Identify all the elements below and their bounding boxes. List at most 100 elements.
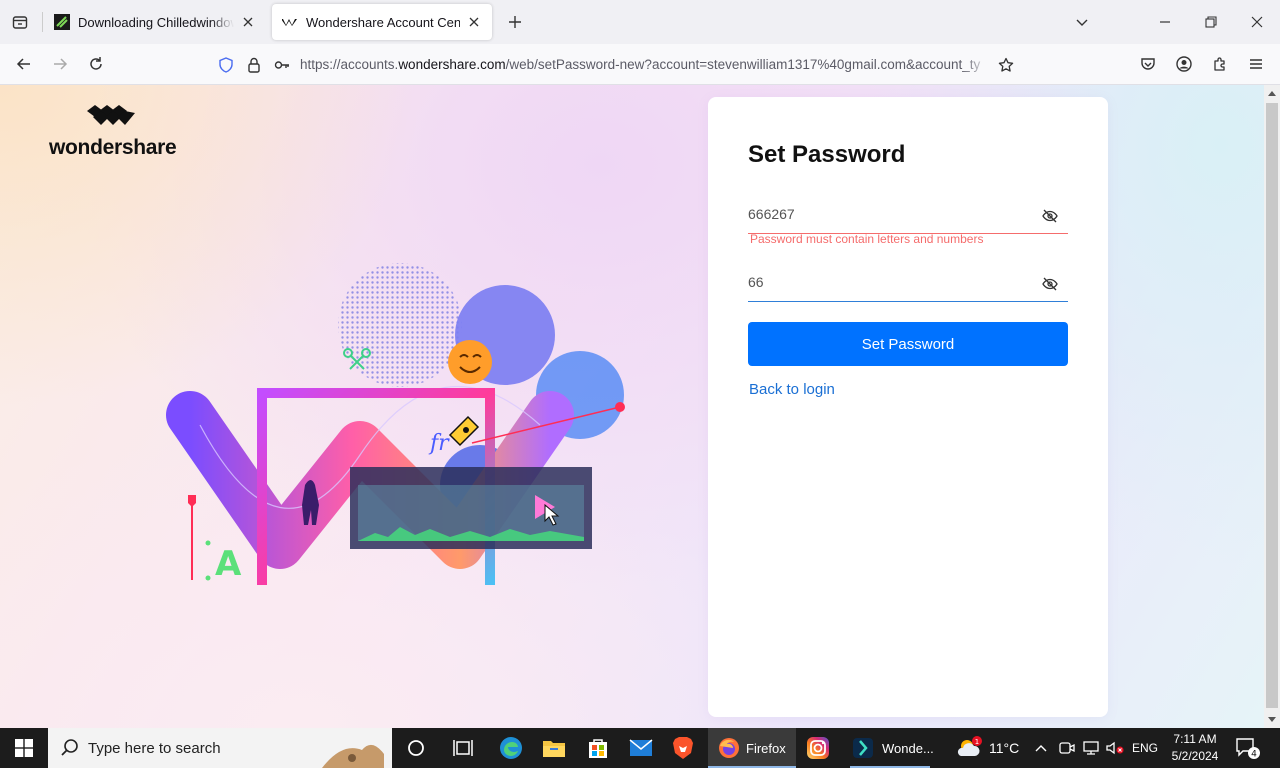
mail-taskbar-button[interactable] (623, 732, 659, 764)
tab-wondershare[interactable]: Wondershare Account Center (272, 4, 492, 40)
search-placeholder: Type here to search (88, 739, 221, 757)
weather-widget[interactable]: 1 11°C (955, 728, 1019, 768)
scroll-thumb[interactable] (1266, 103, 1278, 708)
tracking-protection-shield-icon[interactable] (212, 51, 240, 79)
close-tab-icon[interactable] (466, 14, 482, 30)
new-tab-button[interactable] (503, 10, 527, 34)
input-language-button[interactable]: ENG (1132, 728, 1158, 768)
list-all-tabs-button[interactable] (1068, 8, 1096, 36)
folder-icon (543, 741, 565, 757)
puzzle-icon (1214, 57, 1225, 71)
menu-button[interactable] (1242, 50, 1270, 78)
minimize-button[interactable] (1151, 8, 1179, 36)
restore-button[interactable] (1197, 8, 1225, 36)
account-button[interactable] (1170, 50, 1198, 78)
key-icon[interactable] (268, 51, 296, 79)
password-value: 666267 (748, 206, 795, 222)
svg-text:fr: fr (428, 431, 450, 456)
windows-taskbar: Type here to search Firefox Wonde... 1 1… (0, 728, 1280, 768)
weather-cloud-sun-icon: 1 (957, 736, 982, 756)
notification-count: 4 (1251, 750, 1257, 760)
task-view-button[interactable] (445, 732, 481, 764)
clock-date: 5/2/2024 (1171, 749, 1219, 763)
cortana-icon (408, 740, 424, 756)
url-bar[interactable]: https://accounts.wondershare.com/web/set… (212, 50, 1030, 79)
close-icon (1251, 16, 1263, 28)
page-title: Set Password (748, 141, 906, 168)
instagram-taskbar-button[interactable] (800, 732, 836, 764)
eye-slash-icon[interactable] (1042, 208, 1058, 224)
task-view-icon (453, 740, 473, 756)
taskbar-search-box[interactable]: Type here to search (48, 728, 392, 768)
chevron-up-icon (1035, 745, 1047, 752)
tab-separator (42, 12, 43, 32)
reload-icon (90, 57, 102, 70)
speaker-muted-icon (1106, 741, 1124, 755)
cortana-button[interactable] (398, 732, 434, 764)
page-scrollbar[interactable] (1264, 85, 1280, 728)
pocket-icon (1141, 58, 1155, 70)
dotted-circle (338, 263, 462, 387)
eye-slash-icon[interactable] (1042, 276, 1058, 292)
system-clock[interactable]: 7:11 AM 5/2/2024 (1166, 731, 1224, 765)
forward-button[interactable] (46, 50, 74, 78)
scroll-down-button[interactable] (1264, 712, 1280, 728)
clock-time: 7:11 AM (1173, 732, 1217, 746)
pocket-button[interactable] (1134, 50, 1162, 78)
extensions-button[interactable] (1206, 50, 1234, 78)
confirm-password-field[interactable]: 66 (748, 268, 1068, 302)
mail-icon (629, 739, 653, 756)
bookmark-star-icon[interactable] (992, 51, 1020, 79)
network-icon (1083, 741, 1099, 755)
edge-taskbar-button[interactable] (493, 732, 529, 764)
page-viewport: wondershare fr A Set Password 666267 Pas… (0, 85, 1264, 728)
back-button[interactable] (10, 50, 38, 78)
volume-button[interactable] (1106, 728, 1124, 768)
password-error-message: Password must contain letters and number… (750, 232, 984, 246)
instagram-icon (807, 737, 829, 759)
confirm-password-underline (748, 301, 1068, 302)
url-domain: wondershare.com (398, 57, 506, 72)
confirm-password-value: 66 (748, 274, 764, 290)
firefox-taskbar-button[interactable]: Firefox (708, 728, 796, 768)
wondershare-logo-icon (87, 105, 135, 125)
meet-now-button[interactable] (1059, 728, 1075, 768)
chilledwindows-favicon-icon (54, 14, 70, 30)
url-prefix: https://accounts. (300, 57, 399, 72)
show-hidden-icons-button[interactable] (1034, 728, 1048, 768)
tab-list-button[interactable] (6, 10, 34, 34)
start-button[interactable] (0, 728, 48, 768)
network-button[interactable] (1083, 728, 1099, 768)
wondershare-taskbar-button[interactable]: Wonde... (842, 728, 938, 768)
language-label: ENG (1132, 741, 1159, 755)
close-tab-icon[interactable] (240, 14, 256, 30)
edge-icon (500, 737, 522, 759)
back-to-login-link[interactable]: Back to login (749, 381, 835, 398)
tab-downloading[interactable]: Downloading Chilledwindows.exe (44, 4, 266, 40)
brave-taskbar-button[interactable] (665, 732, 701, 764)
account-icon (1176, 56, 1192, 72)
scroll-up-button[interactable] (1264, 85, 1280, 101)
navigation-toolbar: https://accounts.wondershare.com/web/set… (0, 44, 1280, 85)
minimize-icon (1160, 21, 1170, 23)
notifications-button[interactable]: 4 (1234, 736, 1260, 760)
restore-icon (1205, 16, 1217, 28)
store-icon (589, 739, 607, 758)
search-highlight-illustration (322, 744, 384, 768)
tab-title: Wondershare Account Center (306, 14, 460, 30)
password-field[interactable]: 666267 (748, 200, 1068, 234)
url-text: https://accounts.wondershare.com/web/set… (300, 57, 990, 72)
store-taskbar-button[interactable] (580, 732, 616, 764)
reload-button[interactable] (82, 50, 110, 78)
camera-icon (1059, 742, 1075, 754)
chevron-down-icon (1076, 19, 1088, 26)
url-path: /web/setPassword-new?account=stevenwilli… (505, 57, 981, 72)
wondershare-label: Wonde... (882, 740, 934, 756)
close-window-button[interactable] (1243, 8, 1271, 36)
lock-icon[interactable] (240, 51, 268, 79)
file-explorer-taskbar-button[interactable] (536, 732, 572, 764)
arrow-right-icon (54, 58, 68, 70)
wondershare-favicon-icon (282, 19, 297, 26)
set-password-card: Set Password 666267 Password must contai… (708, 97, 1108, 717)
set-password-button[interactable]: Set Password (748, 322, 1068, 366)
